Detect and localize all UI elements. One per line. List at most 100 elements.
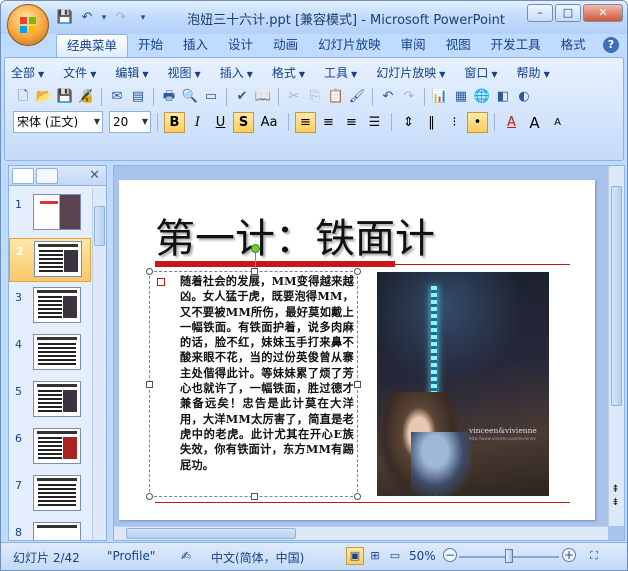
menu-edit[interactable]: 编辑 ▼ bbox=[115, 64, 148, 82]
normal-view-button[interactable]: ▣ bbox=[346, 547, 364, 565]
menu-format[interactable]: 格式 ▼ bbox=[272, 64, 305, 82]
shadow-button[interactable]: S bbox=[233, 111, 254, 133]
permission-icon[interactable]: 🔏 bbox=[76, 87, 96, 107]
bold-button[interactable]: B bbox=[164, 111, 185, 133]
font-name-combo[interactable]: 宋体 (正文) ▼ bbox=[13, 111, 103, 133]
font-size-combo[interactable]: 20 ▼ bbox=[109, 111, 151, 133]
underline-button[interactable]: U bbox=[210, 112, 231, 133]
menu-window[interactable]: 窗口 ▼ bbox=[464, 64, 497, 82]
slide-title[interactable]: 第一计：铁面计 bbox=[155, 206, 435, 264]
rotation-handle[interactable] bbox=[251, 244, 260, 253]
globe-icon[interactable]: 🌐 bbox=[472, 87, 492, 107]
next-slide-icon[interactable]: ⇟ bbox=[610, 497, 621, 508]
slide-vertical-scrollbar[interactable]: ⇞ ⇟ bbox=[608, 166, 624, 526]
redo-icon[interactable]: ↷ bbox=[112, 9, 130, 27]
body-paragraph[interactable]: 随着社会的发展，MM变得越来越凶。女人猛于虎，既要泡得MM，又不要被MM所伤，最… bbox=[180, 274, 354, 473]
fit-to-window-button[interactable]: ⛶ bbox=[585, 547, 603, 565]
expand-icon[interactable]: ◧ bbox=[493, 87, 513, 107]
shrink-font-button[interactable]: A bbox=[547, 112, 568, 133]
resize-handle[interactable] bbox=[354, 268, 361, 275]
maximize-button[interactable]: □ bbox=[555, 4, 581, 22]
tab-classic-menu[interactable]: 经典菜单 bbox=[56, 34, 129, 58]
slide-thumbnail[interactable]: 4 bbox=[9, 332, 91, 376]
slide-thumbnail[interactable]: 3 bbox=[9, 285, 91, 329]
insert-chart-icon[interactable]: 📊 bbox=[430, 87, 450, 107]
slide-thumbnail[interactable]: 2 bbox=[9, 238, 91, 282]
close-icon[interactable]: ✕ bbox=[89, 168, 100, 183]
line-spacing-icon[interactable]: ⇕ bbox=[398, 112, 419, 133]
undo-icon[interactable]: ↶ bbox=[378, 87, 398, 107]
tab-home[interactable]: 开始 bbox=[128, 34, 173, 58]
thumbnail-scrollbar[interactable] bbox=[92, 188, 106, 540]
zoom-out-button[interactable]: − bbox=[443, 548, 457, 562]
tab-slideshow[interactable]: 幻灯片放映 bbox=[308, 34, 391, 58]
font-color-icon[interactable]: A bbox=[501, 112, 522, 133]
slide-canvas[interactable]: 第一计：铁面计 随着社会的发展，MM变得越来越凶。女人猛于虎，既要泡得MM，又不… bbox=[119, 180, 595, 520]
menu-file[interactable]: 文件 ▼ bbox=[63, 64, 96, 82]
tab-outline[interactable] bbox=[36, 168, 58, 184]
color-grayscale-icon[interactable]: ◐ bbox=[514, 87, 534, 107]
tab-slides[interactable] bbox=[12, 168, 34, 184]
align-right-icon[interactable]: ≡ bbox=[341, 112, 362, 133]
grow-font-button[interactable]: A bbox=[524, 112, 545, 133]
new-document-icon[interactable]: 🗋 bbox=[13, 87, 33, 107]
resize-handle[interactable] bbox=[146, 381, 153, 388]
customize-qat-icon[interactable]: ▾ bbox=[134, 9, 152, 27]
slideshow-view-button[interactable]: ▭ bbox=[386, 547, 404, 565]
menu-tools[interactable]: 工具 ▼ bbox=[324, 64, 357, 82]
resize-handle[interactable] bbox=[251, 493, 258, 500]
tab-developer[interactable]: 开发工具 bbox=[481, 34, 551, 58]
zoom-level[interactable]: 50% bbox=[409, 549, 436, 563]
minimize-button[interactable]: – bbox=[527, 4, 553, 22]
undo-icon[interactable]: ↶ bbox=[78, 9, 96, 27]
tab-review[interactable]: 审阅 bbox=[391, 34, 436, 58]
scrollbar-thumb[interactable] bbox=[611, 186, 622, 406]
help-icon[interactable]: ? bbox=[603, 37, 619, 53]
spelling-check-icon[interactable]: ✍ bbox=[177, 547, 195, 565]
research-icon[interactable]: 📖 bbox=[253, 87, 273, 107]
paste-icon[interactable]: 📋 bbox=[326, 87, 346, 107]
tab-design[interactable]: 设计 bbox=[218, 34, 263, 58]
tab-format[interactable]: 格式 bbox=[551, 34, 596, 58]
change-case-button[interactable]: Aa bbox=[256, 112, 282, 133]
undo-dropdown-icon[interactable]: ▾ bbox=[100, 9, 108, 27]
slide-thumbnail[interactable]: 6 bbox=[9, 426, 91, 470]
save-icon[interactable]: 💾 bbox=[56, 9, 74, 27]
resize-handle[interactable] bbox=[354, 381, 361, 388]
close-button[interactable]: ✕ bbox=[583, 4, 623, 22]
menu-help[interactable]: 帮助 ▼ bbox=[517, 64, 550, 82]
align-center-icon[interactable]: ≡ bbox=[318, 112, 339, 133]
insert-table-icon[interactable]: ▦ bbox=[451, 87, 471, 107]
slide-sorter-view-button[interactable]: ⊞ bbox=[366, 547, 384, 565]
redo-icon[interactable]: ↷ bbox=[399, 87, 419, 107]
preview-icon[interactable]: 🔍 bbox=[180, 87, 200, 107]
slide-thumbnail[interactable]: 8 bbox=[9, 520, 91, 540]
slide-horizontal-scrollbar[interactable] bbox=[114, 526, 608, 540]
body-text-box[interactable]: 随着社会的发展，MM变得越来越凶。女人猛于虎，既要泡得MM，又不要被MM所伤，最… bbox=[146, 244, 361, 500]
email-icon[interactable]: ✉ bbox=[107, 87, 127, 107]
italic-button[interactable]: I bbox=[187, 112, 208, 133]
align-left-icon[interactable]: ≡ bbox=[295, 111, 316, 133]
scrollbar-thumb[interactable] bbox=[126, 528, 296, 539]
tab-animations[interactable]: 动画 bbox=[263, 34, 308, 58]
print-preview-icon[interactable]: ▤ bbox=[128, 87, 148, 107]
numbering-icon[interactable]: ⁝ bbox=[444, 112, 465, 133]
open-folder-icon[interactable]: 📂 bbox=[34, 87, 54, 107]
slide-icon[interactable]: ▭ bbox=[201, 87, 221, 107]
menu-view[interactable]: 视图 ▼ bbox=[168, 64, 201, 82]
menu-slideshow[interactable]: 幻灯片放映 ▼ bbox=[376, 64, 445, 82]
spelling-icon[interactable]: ✔ bbox=[232, 87, 252, 107]
tab-insert[interactable]: 插入 bbox=[173, 34, 218, 58]
format-painter-icon[interactable]: 🖌 bbox=[347, 87, 367, 107]
previous-slide-icon[interactable]: ⇞ bbox=[610, 484, 621, 495]
print-icon[interactable]: 🖶 bbox=[159, 87, 179, 107]
columns-icon[interactable]: ‖ bbox=[421, 112, 442, 133]
resize-handle[interactable] bbox=[146, 493, 153, 500]
menu-insert[interactable]: 插入 ▼ bbox=[220, 64, 253, 82]
menu-all[interactable]: 全部 ▼ bbox=[11, 64, 44, 82]
slide-photo[interactable]: vinceen&vivienne http://www.vinceen.com/… bbox=[377, 272, 549, 496]
slide-thumbnail[interactable]: 1 bbox=[9, 192, 91, 236]
resize-handle[interactable] bbox=[146, 268, 153, 275]
cut-icon[interactable]: ✂ bbox=[284, 87, 304, 107]
slide-thumbnail[interactable]: 7 bbox=[9, 473, 91, 517]
